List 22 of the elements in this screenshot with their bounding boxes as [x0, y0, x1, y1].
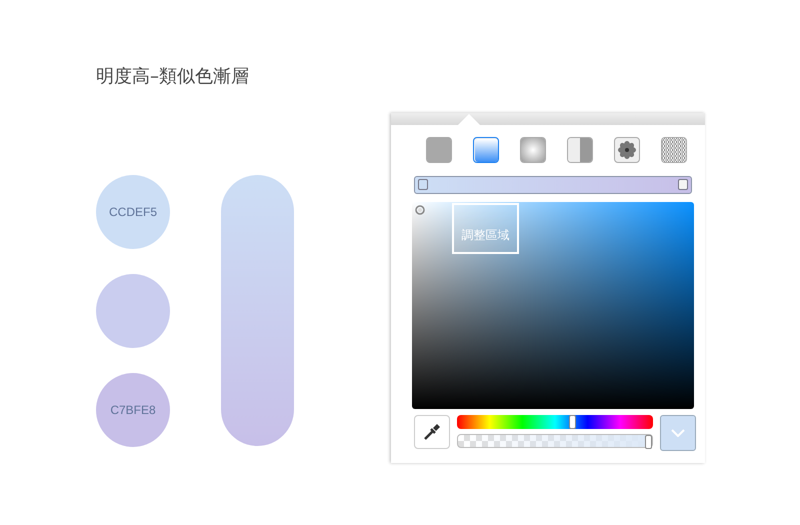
hue-thumb[interactable] — [568, 415, 576, 429]
fill-type-button[interactable] — [473, 137, 499, 163]
dropdown-button[interactable] — [660, 415, 696, 451]
gradient-stop[interactable] — [418, 179, 428, 190]
page-title: 明度高–類似色漸層 — [96, 65, 249, 88]
fill-type-button[interactable] — [567, 137, 593, 163]
opacity-slider[interactable] — [457, 434, 653, 448]
opacity-thumb[interactable] — [645, 435, 652, 449]
fill-type-button[interactable] — [614, 137, 640, 163]
color-swatch: C7BFE8 — [96, 373, 170, 447]
eyedropper-button[interactable] — [414, 415, 450, 449]
color-swatch: CCDEF5 — [96, 175, 170, 249]
chevron-down-icon — [671, 429, 685, 437]
eyedropper-icon — [422, 422, 442, 442]
gradient-bar[interactable] — [414, 176, 692, 194]
hue-slider[interactable] — [457, 415, 653, 429]
color-marker-icon[interactable] — [415, 205, 425, 215]
gradient-stop[interactable] — [678, 179, 688, 190]
color-field[interactable]: 調整區域 — [412, 202, 694, 409]
fill-type-button[interactable] — [661, 137, 687, 163]
fill-type-button[interactable] — [520, 137, 546, 163]
adjust-region-label: 調整區域 — [452, 203, 519, 254]
